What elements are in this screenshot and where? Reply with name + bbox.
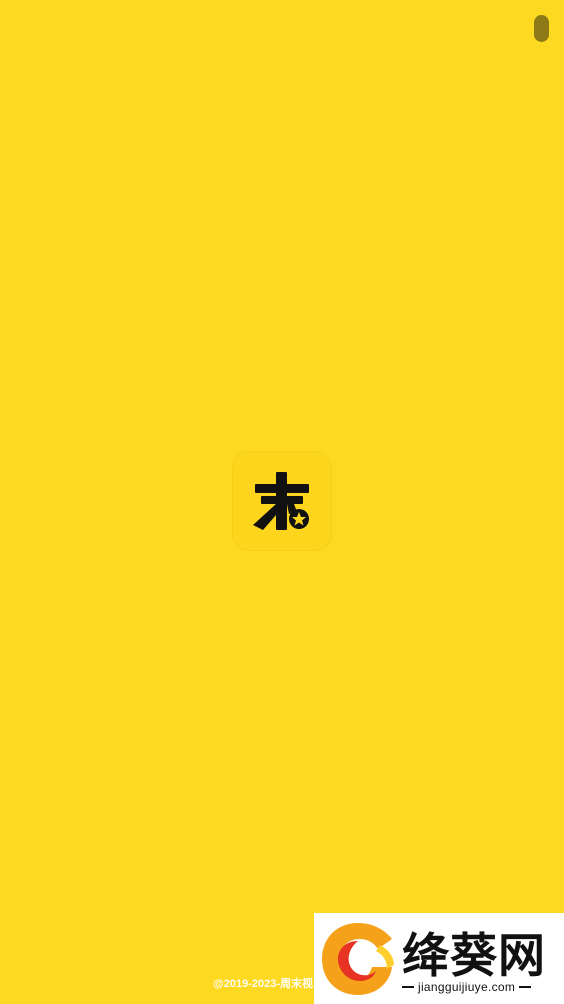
splash-screen: @2019-2023-周末视 绛葵网 jiangguijiuye.com xyxy=(0,0,564,1004)
watermark-domain-row: jiangguijiuye.com xyxy=(402,980,562,994)
copyright-text: @2019-2023-周末视 xyxy=(213,978,313,990)
watermark-name: 绛葵网 xyxy=(402,929,546,984)
divider-line-left xyxy=(402,986,414,988)
divider-line-right xyxy=(519,986,532,988)
app-logo-icon xyxy=(233,452,331,550)
app-logo-glyph xyxy=(253,472,309,530)
watermark-domain: jiangguijiuye.com xyxy=(418,980,516,994)
watermark-banner: 绛葵网 jiangguijiuye.com xyxy=(314,913,564,1004)
star-badge-icon xyxy=(289,509,309,529)
swirl-logo-icon xyxy=(322,923,394,995)
skip-indicator[interactable] xyxy=(534,15,549,42)
